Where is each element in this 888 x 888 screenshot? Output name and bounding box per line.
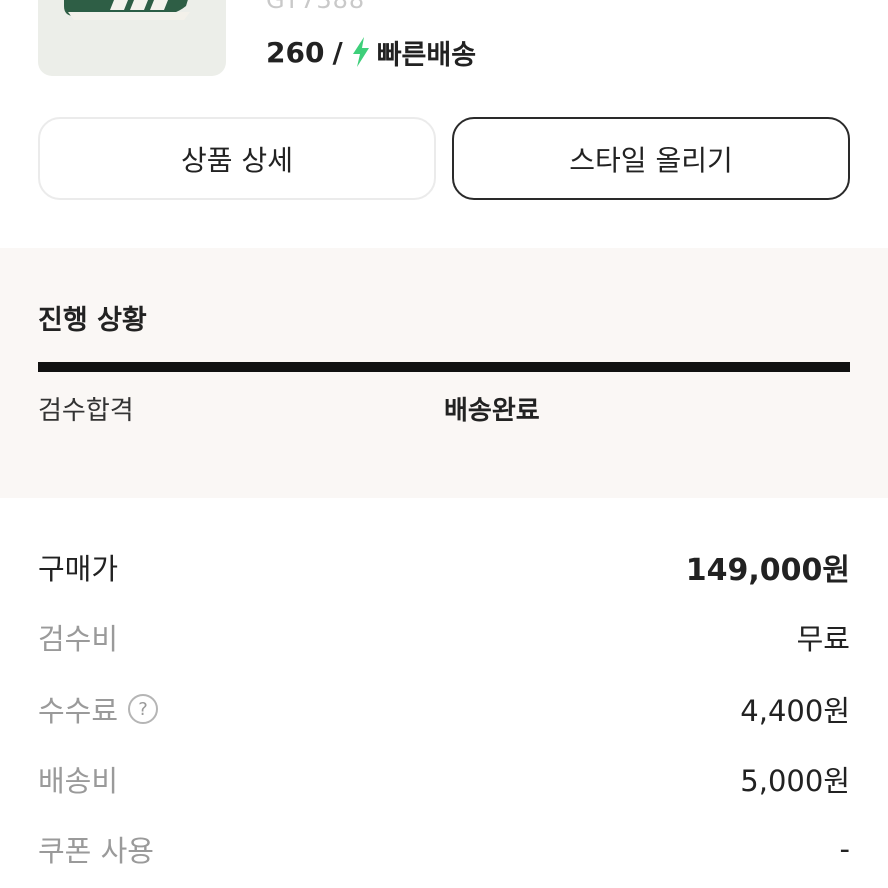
price-row-value: 4,400원 <box>740 694 850 728</box>
price-row-label: 검수비 <box>38 622 119 656</box>
product-detail-button-label: 상품 상세 <box>181 143 293 177</box>
price-row-shipping-fee: 배송비 5,000원 <box>38 744 850 814</box>
fast-delivery-label: 빠른배송 <box>376 39 477 71</box>
price-row-label: 배송비 <box>38 764 119 798</box>
order-detail-page: GY7388 260 / 빠른배송 상품 상세 스타일 올리기 진행 상황 검수… <box>0 0 888 888</box>
progress-bar-fill <box>38 362 850 372</box>
price-row-label: 구매가 <box>38 552 119 586</box>
question-circle-icon[interactable]: ? <box>128 694 159 724</box>
upload-style-button-label: 스타일 올리기 <box>569 143 733 177</box>
price-row-purchase: 구매가 149,000원 <box>38 532 850 602</box>
progress-section: 진행 상황 검수합격 배송완료 <box>0 248 888 498</box>
progress-bar <box>38 362 850 372</box>
product-detail-button[interactable]: 상품 상세 <box>38 117 436 200</box>
product-size: 260 <box>266 35 325 69</box>
product-summary[interactable]: GY7388 260 / 빠른배송 <box>0 0 888 100</box>
price-row-value: 149,000원 <box>685 553 850 588</box>
price-row-coupon: 쿠폰 사용 - <box>38 814 850 884</box>
price-row-commission: 수수료 ? 4,400원 <box>38 674 850 744</box>
price-row-label: 쿠폰 사용 <box>38 834 154 868</box>
price-row-value: 5,000원 <box>740 764 850 798</box>
price-row-value: 무료 <box>796 622 850 656</box>
price-row-inspection-fee: 검수비 무료 <box>38 602 850 672</box>
size-separator: / <box>332 35 343 69</box>
progress-step-delivered: 배송완료 <box>444 396 540 426</box>
product-size-line: 260 / 빠른배송 <box>266 32 476 72</box>
price-row-value: - <box>839 832 850 866</box>
product-model-number: GY7388 <box>266 0 366 14</box>
upload-style-button[interactable]: 스타일 올리기 <box>452 117 850 200</box>
progress-title: 진행 상황 <box>38 305 147 336</box>
sneaker-image <box>64 0 190 20</box>
price-row-label-wrap: 수수료 ? <box>38 688 159 730</box>
price-row-label: 수수료 <box>38 694 119 728</box>
lightning-bolt-icon <box>352 37 369 67</box>
product-thumbnail[interactable] <box>38 0 226 76</box>
progress-step-inspection-passed: 검수합격 <box>38 396 134 426</box>
